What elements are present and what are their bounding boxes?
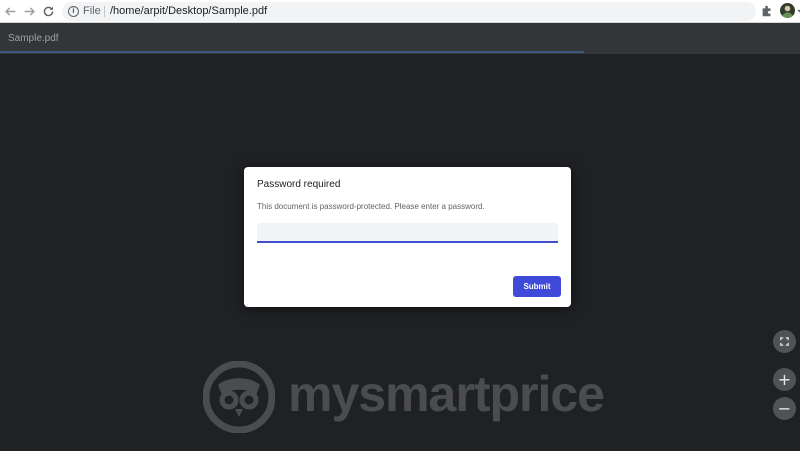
- fit-to-page-button[interactable]: [773, 330, 796, 353]
- zoom-in-button[interactable]: +: [773, 368, 796, 391]
- load-progress-bar: [0, 51, 800, 53]
- dialog-title: Password required: [257, 179, 341, 190]
- browser-toolbar: i File /home/arpit/Desktop/Sample.pdf: [0, 0, 800, 23]
- arrow-right-icon: [24, 7, 36, 16]
- submit-button[interactable]: Submit: [513, 276, 561, 297]
- zoom-out-button[interactable]: −: [773, 397, 796, 420]
- reload-icon: [43, 6, 54, 17]
- address-separator: [104, 6, 105, 17]
- puzzle-icon[interactable]: [760, 3, 774, 19]
- dialog-message: This document is password-protected. Ple…: [257, 202, 485, 211]
- load-progress-fill: [0, 51, 584, 53]
- password-input[interactable]: [257, 223, 558, 243]
- pdf-title: Sample.pdf: [8, 33, 59, 44]
- info-icon[interactable]: i: [68, 6, 79, 17]
- forward-button[interactable]: [21, 3, 38, 20]
- pdf-viewer-header: Sample.pdf: [0, 23, 800, 54]
- fit-to-page-icon: [780, 337, 789, 346]
- watermark-text: mysmartprice: [288, 366, 605, 422]
- owl-logo-icon: [203, 361, 275, 433]
- reload-button[interactable]: [40, 3, 57, 20]
- scheme-label: File: [83, 5, 101, 17]
- back-button[interactable]: [2, 3, 19, 20]
- password-dialog: Password required This document is passw…: [244, 167, 571, 307]
- arrow-left-icon: [4, 7, 16, 16]
- avatar-icon[interactable]: [780, 3, 795, 18]
- url-text[interactable]: /home/arpit/Desktop/Sample.pdf: [110, 5, 267, 17]
- address-bar[interactable]: i File /home/arpit/Desktop/Sample.pdf: [62, 2, 800, 21]
